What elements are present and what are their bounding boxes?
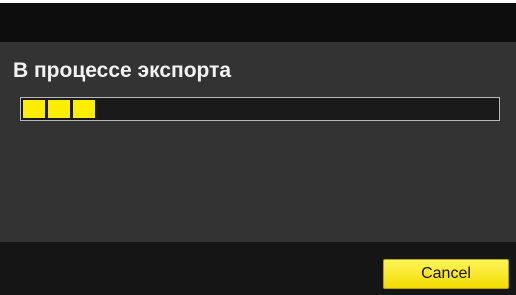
progress-block bbox=[23, 100, 45, 118]
export-progress-bar bbox=[20, 97, 500, 121]
dialog-footer: Cancel bbox=[0, 242, 516, 295]
cancel-button[interactable]: Cancel bbox=[383, 259, 509, 289]
dialog-body: В процессе экспорта bbox=[0, 42, 516, 242]
progress-block bbox=[48, 100, 70, 118]
progress-fill bbox=[23, 100, 497, 118]
dialog-titlebar bbox=[0, 0, 516, 42]
export-status-title: В процессе экспорта bbox=[13, 59, 232, 82]
progress-block bbox=[73, 100, 95, 118]
export-progress-dialog: В процессе экспорта Cancel bbox=[0, 0, 516, 295]
